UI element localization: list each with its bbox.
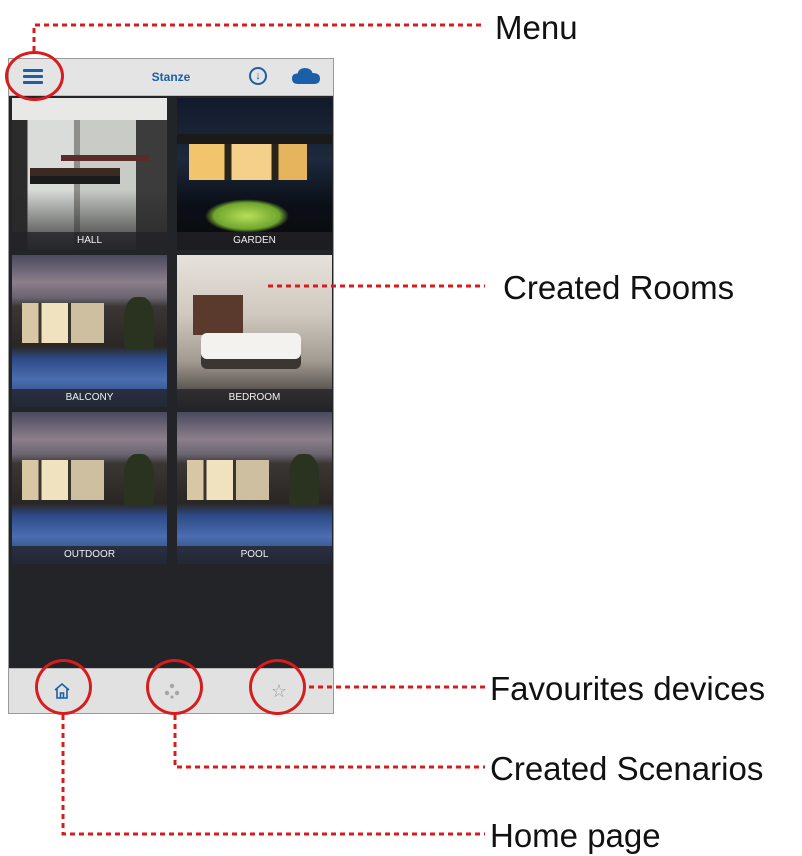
annotation-menu: Menu	[495, 9, 578, 46]
annotation-home-page: Home page	[490, 817, 661, 854]
annotation-leader-lines	[32, 23, 485, 836]
annotation-created-rooms: Created Rooms	[503, 269, 735, 306]
annotation-favourites-devices: Favourites devices	[490, 670, 766, 707]
annotation-created-scenarios: Created Scenarios	[490, 750, 764, 787]
